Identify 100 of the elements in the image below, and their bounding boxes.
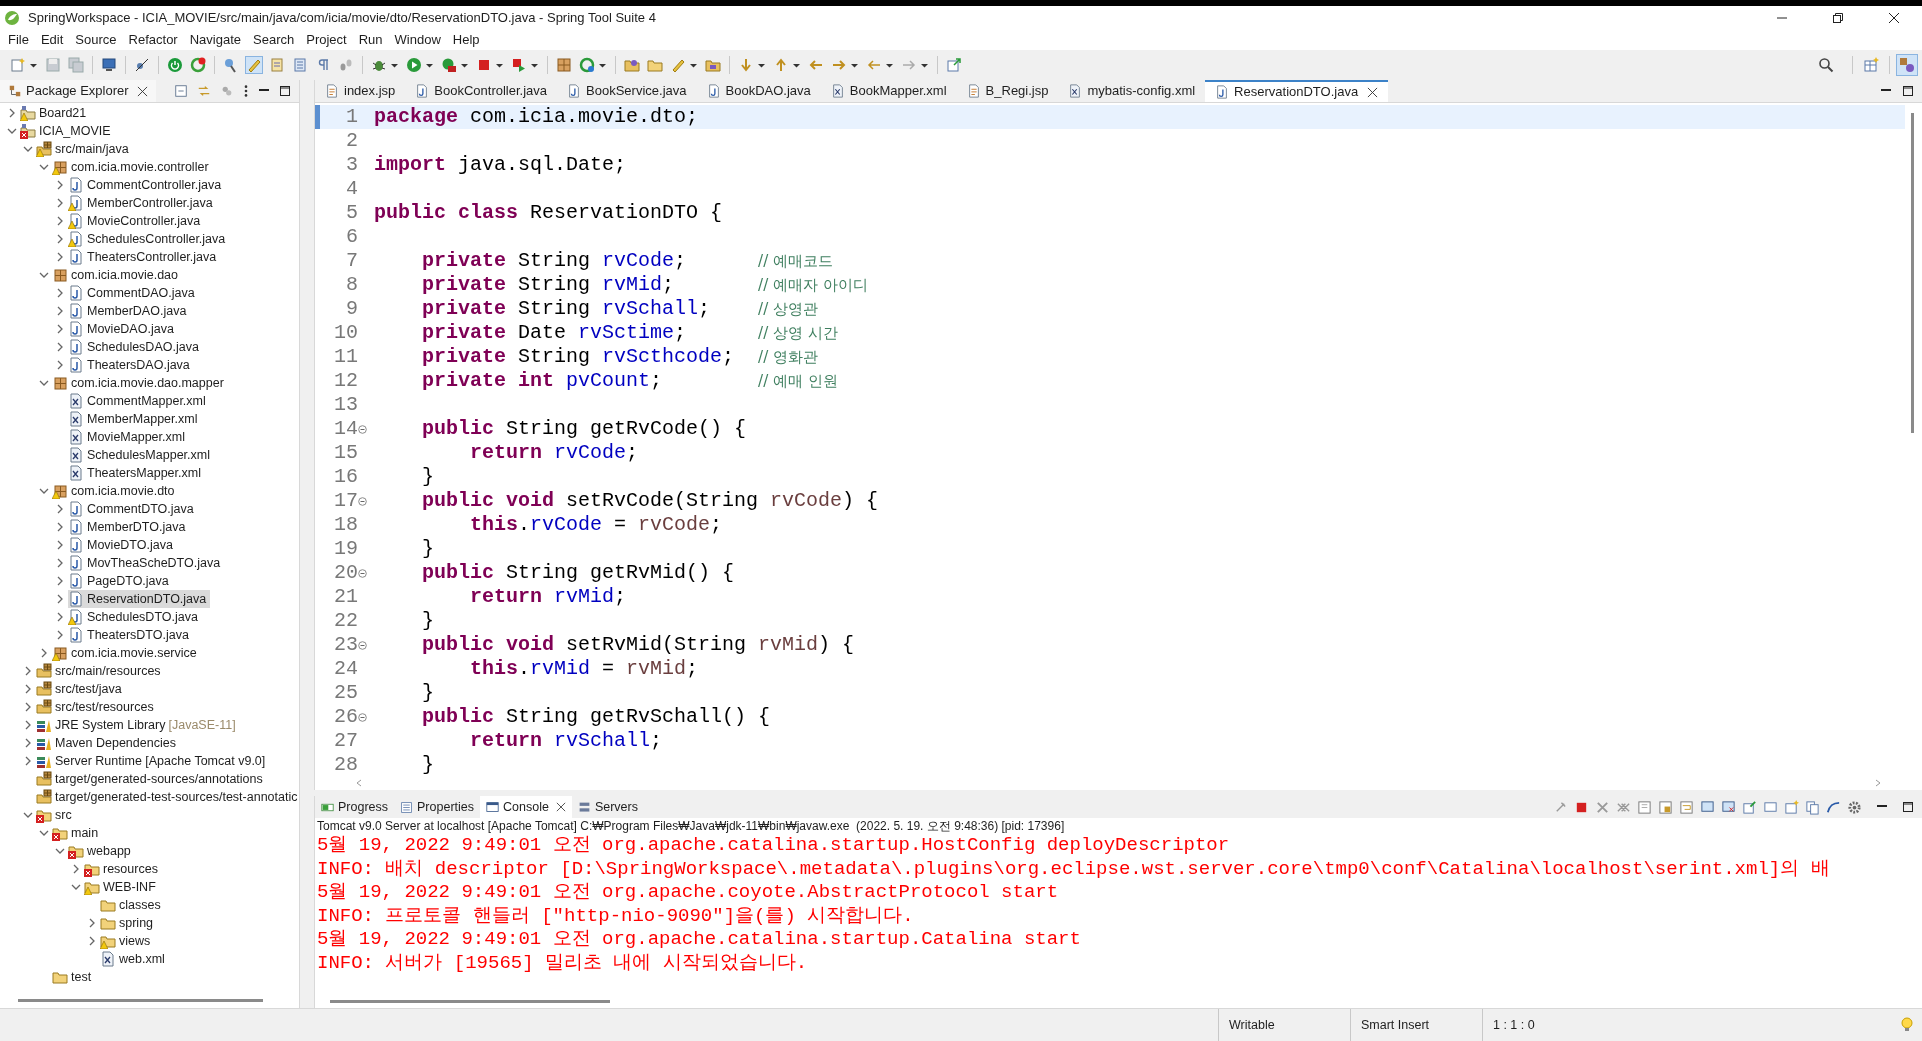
show-output-icon[interactable] (1700, 799, 1715, 815)
tree-item[interactable]: MovieMapper.xml (68, 428, 189, 446)
tree-item[interactable]: ReservationDTO.java (68, 590, 211, 608)
open-perspective-icon[interactable] (1863, 57, 1879, 73)
view-menu-icon[interactable] (243, 84, 249, 98)
show-error-icon[interactable] (1721, 799, 1736, 815)
fold-icon[interactable] (358, 568, 367, 578)
tree-item[interactable]: MovieDAO.java (68, 320, 178, 338)
fold-icon[interactable] (358, 712, 367, 722)
run-icon[interactable] (406, 57, 422, 73)
tree-item[interactable]: resources (84, 860, 162, 878)
view-tab[interactable]: Console (480, 796, 572, 818)
tree-item[interactable]: SchedulesController.java (68, 230, 230, 248)
tree-item[interactable]: src/main/java (36, 140, 133, 158)
tree-item[interactable]: TheatersDTO.java (68, 626, 193, 644)
tree-item[interactable]: com.icia.movie.dao (52, 266, 182, 284)
tree-item[interactable]: CommentDTO.java (68, 500, 198, 518)
tree-item[interactable]: views (100, 932, 155, 950)
tree-item[interactable]: src/test/java (36, 680, 126, 698)
menu-item[interactable]: Navigate (183, 30, 247, 50)
tree-item[interactable]: com.icia.movie.dao.mapper (52, 374, 228, 392)
tree-item[interactable]: spring (100, 914, 158, 932)
power-icon[interactable] (167, 57, 183, 73)
folder-icon[interactable] (705, 57, 721, 73)
tree-item[interactable]: JRE System Library [JavaSE-11] (36, 716, 240, 734)
scroll-thumb[interactable] (1911, 113, 1914, 433)
tree-item[interactable]: WEB-INF (84, 878, 160, 896)
menu-item[interactable]: Run (352, 30, 389, 50)
open-folder-icon[interactable] (624, 57, 640, 73)
run-server-icon[interactable] (441, 57, 457, 73)
tree-item[interactable]: CommentDAO.java (68, 284, 199, 302)
tree-item[interactable]: MovieController.java (68, 212, 205, 230)
tree-item[interactable]: Board21 (20, 104, 91, 122)
copy-icon[interactable] (1805, 799, 1820, 815)
pin-console-icon[interactable] (1742, 799, 1757, 815)
tree-item[interactable]: Maven Dependencies (36, 734, 180, 752)
refresh-icon[interactable] (190, 57, 206, 73)
maximize-icon[interactable] (279, 85, 291, 97)
menu-item[interactable]: Search (247, 30, 301, 50)
external-window-icon[interactable] (946, 57, 962, 73)
tree-item[interactable]: main (52, 824, 103, 842)
menu-item[interactable]: Help (446, 30, 486, 50)
tree-item[interactable]: Server Runtime [Apache Tomcat v9.0] (36, 752, 270, 770)
tree-item[interactable]: target/generated-sources/annotations (36, 770, 267, 788)
view-tab[interactable]: Progress (315, 796, 395, 818)
tree-item[interactable]: MemberMapper.xml (68, 410, 202, 428)
editor-tab[interactable]: B_Regi.jsp (956, 80, 1059, 102)
tree-item[interactable]: MemberController.java (68, 194, 217, 212)
monitor-icon[interactable] (101, 57, 117, 73)
package-icon[interactable] (556, 57, 572, 73)
restore-icon[interactable] (1832, 12, 1844, 24)
scroll-lock-icon[interactable] (1658, 799, 1673, 815)
tree-item[interactable]: web.xml (100, 950, 169, 968)
close-icon[interactable] (1888, 12, 1900, 24)
view-tab[interactable]: Properties (394, 796, 480, 818)
menu-item[interactable]: Project (300, 30, 353, 50)
tree-item[interactable]: target/generated-test-sources/test-annotatic (36, 788, 302, 806)
perspective-button[interactable] (1896, 54, 1918, 76)
maximize-icon[interactable] (1902, 801, 1914, 813)
tree-item[interactable]: src/test/resources (36, 698, 158, 716)
tree-item[interactable]: ICIA_MOVIE (20, 122, 115, 140)
close-icon[interactable] (555, 802, 566, 812)
fold-icon[interactable] (358, 496, 367, 506)
menu-item[interactable]: Refactor (122, 30, 184, 50)
tree-item[interactable]: webapp (68, 842, 135, 860)
settings-icon[interactable] (1847, 799, 1862, 815)
view-tab[interactable]: Servers (571, 796, 644, 818)
tree-item[interactable]: CommentController.java (68, 176, 226, 194)
new-console-icon[interactable] (1784, 799, 1799, 815)
editor-tab[interactable]: mybatis-config.xml (1058, 80, 1206, 102)
tree-item[interactable]: TheatersMapper.xml (68, 464, 205, 482)
tree-item[interactable]: src (36, 806, 76, 824)
maximize-icon[interactable] (1902, 85, 1914, 97)
tree-item[interactable]: TheatersController.java (68, 248, 221, 266)
menu-item[interactable]: File (2, 30, 35, 50)
close-icon[interactable] (136, 85, 148, 97)
editor-tab[interactable]: BookService.java (557, 80, 697, 102)
editor-tab[interactable]: ReservationDTO.java (1205, 80, 1389, 102)
tree-item[interactable]: SchedulesDAO.java (68, 338, 203, 356)
add-icon[interactable] (579, 57, 595, 73)
tree-item[interactable]: PageDTO.java (68, 572, 173, 590)
lightbulb-icon[interactable] (1900, 1017, 1914, 1033)
close-icon[interactable] (1367, 86, 1379, 98)
tree-item[interactable]: MemberDAO.java (68, 302, 191, 320)
tree-item[interactable]: src/main/resources (36, 662, 165, 680)
scroll-thumb[interactable] (330, 999, 610, 1003)
brush-icon[interactable] (246, 57, 262, 73)
tree-item[interactable]: com.icia.movie.service (52, 644, 201, 662)
menu-item[interactable]: Source (69, 30, 123, 50)
tree-item[interactable]: MovieDTO.java (68, 536, 177, 554)
editor-tab[interactable]: BookDAO.java (696, 80, 821, 102)
menu-item[interactable]: Window (388, 30, 447, 50)
scroll-thumb[interactable] (18, 998, 263, 1002)
tree-item[interactable]: MovTheaScheDTO.java (68, 554, 225, 572)
collapse-all-icon[interactable] (174, 84, 188, 98)
tree-item[interactable]: test (52, 968, 96, 986)
fold-icon[interactable] (358, 424, 367, 434)
fold-icon[interactable] (358, 640, 367, 650)
tree-item[interactable]: com.icia.movie.controller (52, 158, 213, 176)
view-tab[interactable]: Package Explorer (0, 80, 156, 102)
